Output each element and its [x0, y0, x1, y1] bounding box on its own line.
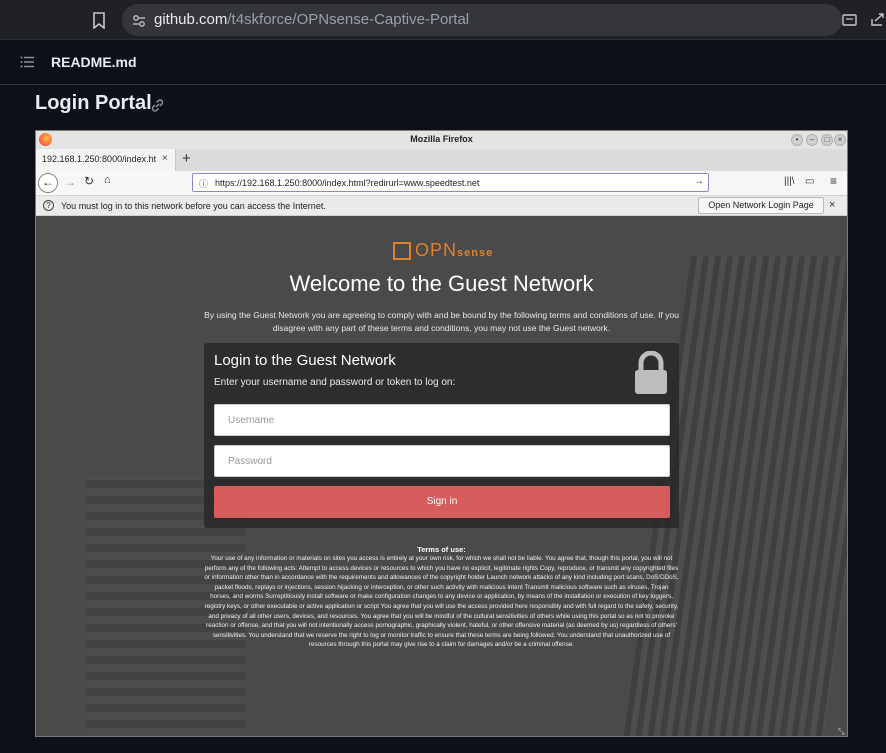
- agreement-text: By using the Guest Network you are agree…: [204, 310, 679, 333]
- portal-screenshot: Mozilla Firefox • – □ × 192.168.1.250:80…: [35, 130, 848, 737]
- reload-icon: ↻: [84, 174, 95, 188]
- readme-file-name: README.md: [51, 54, 137, 70]
- section-heading: Login Portal: [35, 92, 152, 114]
- notice-text: You must log in to this network before y…: [61, 201, 326, 211]
- password-field: Password: [214, 445, 670, 477]
- url-host: github.com: [154, 11, 228, 28]
- notice-close-icon: ×: [829, 199, 836, 211]
- window-menu-icon: •: [791, 134, 803, 146]
- firefox-url-text: https://192.168.1.250:8000/index.html?re…: [215, 178, 480, 188]
- username-field: Username: [214, 404, 670, 436]
- login-card-title: Login to the Guest Network: [214, 352, 396, 369]
- back-arrow-icon: ←: [38, 173, 58, 193]
- address-text[interactable]: github.com/t4skforce/OPNsense-Captive-Po…: [154, 11, 469, 28]
- firefox-tabbar: 192.168.1.250:8000/index.ht × +: [36, 149, 847, 171]
- sidebar-toggle-icon: ▭: [805, 176, 815, 187]
- captive-portal-notice: ? You must log in to this network before…: [36, 196, 847, 216]
- site-settings-icon[interactable]: [132, 14, 146, 28]
- firefox-tab: 192.168.1.250:8000/index.ht ×: [36, 149, 176, 171]
- resize-grip-icon: ⤡: [838, 727, 845, 736]
- question-icon: ?: [43, 200, 54, 211]
- maximize-icon: □: [821, 134, 833, 146]
- opnsense-wordmark: OPNsense: [415, 240, 494, 260]
- library-icon: |||\: [784, 176, 795, 187]
- share-icon[interactable]: [870, 11, 886, 27]
- portal-page: OPNsense Welcome to the Guest Network By…: [36, 216, 847, 736]
- terms-title: Terms of use:: [417, 545, 466, 554]
- login-card-subtitle: Enter your username and password or toke…: [214, 377, 456, 388]
- lock-icon: [635, 351, 667, 394]
- opnsense-mark-icon: [393, 242, 411, 260]
- anchor-link-icon[interactable]: [150, 98, 165, 113]
- reader-mode-icon[interactable]: [842, 12, 858, 28]
- firefox-window-title: Mozilla Firefox: [410, 134, 473, 144]
- sign-in-button: Sign in: [214, 486, 670, 518]
- url-path: /t4skforce/OPNsense-Captive-Portal: [227, 11, 470, 28]
- forward-arrow-icon: →: [64, 175, 76, 189]
- outline-list-icon[interactable]: [20, 56, 34, 68]
- login-card: Login to the Guest Network Enter your us…: [204, 343, 679, 528]
- tab-close-icon: ×: [162, 153, 168, 164]
- firefox-url-bar: ⓘ https://192.168.1.250:8000/index.html?…: [192, 173, 709, 192]
- opnsense-logo: OPNsense: [393, 240, 493, 262]
- minimize-icon: –: [806, 134, 818, 146]
- bookmark-icon[interactable]: [92, 12, 106, 29]
- hamburger-menu-icon: ≡: [830, 174, 838, 188]
- terms-body: Your use of any information or materials…: [204, 555, 679, 649]
- firefox-titlebar: Mozilla Firefox • – □ ×: [36, 131, 847, 149]
- close-window-icon: ×: [834, 134, 846, 146]
- open-login-page-button: Open Network Login Page: [698, 197, 824, 214]
- firefox-navbar: ← → ↻ ⌂ ⓘ https://192.168.1.250:8000/ind…: [36, 171, 847, 196]
- go-arrow-icon: →: [694, 176, 704, 187]
- tab-label: 192.168.1.250:8000/index.ht: [42, 154, 157, 164]
- new-tab-icon: +: [182, 150, 191, 167]
- info-icon: ⓘ: [199, 179, 209, 189]
- home-icon: ⌂: [104, 174, 111, 186]
- welcome-heading: Welcome to the Guest Network: [289, 271, 594, 296]
